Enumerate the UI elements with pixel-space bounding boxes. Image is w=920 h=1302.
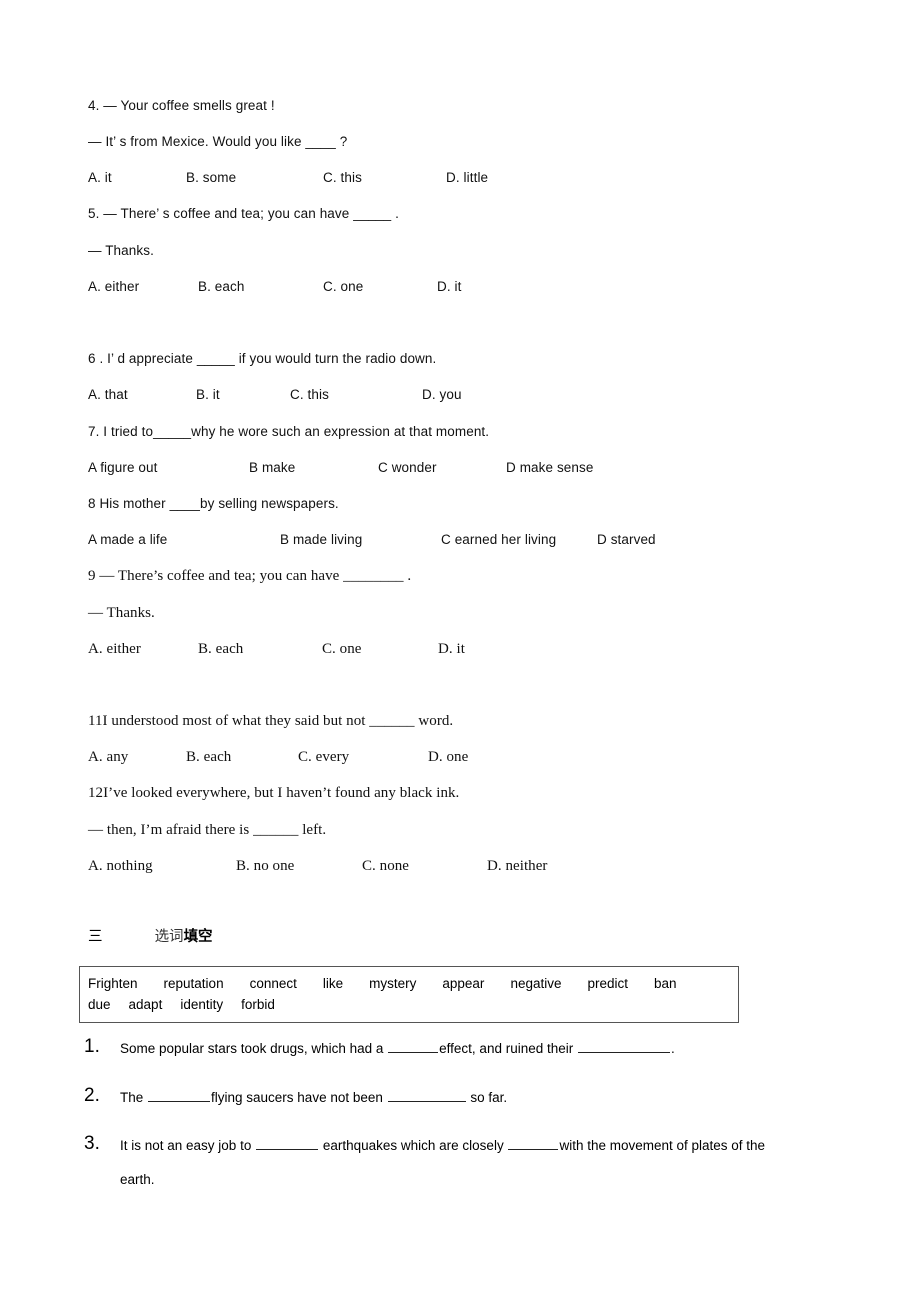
option-b[interactable]: B. some [186,170,236,185]
option-c[interactable]: C earned her living [441,532,556,547]
cloze-item-2: 2. The flying saucers have not been so f… [84,1081,884,1115]
cloze-text-part: effect, and ruined their [439,1041,577,1056]
cloze-item-1: 1. Some popular stars took drugs, which … [84,1032,884,1066]
word-bank-item[interactable]: predict [587,973,628,994]
answer-blank[interactable] [148,1090,211,1102]
answer-blank[interactable] [578,1041,670,1053]
section-title-light: 选词 [154,929,184,945]
option-a[interactable]: A. either [88,279,139,294]
option-a[interactable]: A. it [88,170,112,185]
option-d[interactable]: D. it [438,641,465,658]
section-three-heading: 三 选词填空 [88,925,213,946]
option-c[interactable]: C. this [323,170,362,185]
option-a[interactable]: A. any [88,749,128,766]
option-d[interactable]: D. little [446,170,488,185]
cloze-text-part: The [120,1090,148,1105]
option-b[interactable]: B make [249,460,295,475]
word-bank-item[interactable]: ban [654,973,677,994]
word-bank-item[interactable]: adapt [129,994,163,1015]
word-bank-item[interactable]: reputation [164,973,224,994]
option-a[interactable]: A. nothing [88,858,153,875]
cloze-body: Some popular stars took drugs, which had… [120,1032,884,1066]
option-b[interactable]: B made living [280,532,362,547]
option-d[interactable]: D make sense [506,460,594,475]
option-a[interactable]: A. either [88,641,141,658]
cloze-text-part: flying saucers have not been [211,1090,387,1105]
question-7-line-1: 7. I tried to_____why he wore such an ex… [88,424,490,439]
option-c[interactable]: C wonder [378,460,437,475]
cloze-text-part: It is not an easy job to [120,1138,256,1153]
cloze-item-3: 3. It is not an easy job to earthquakes … [84,1129,914,1197]
word-bank-item[interactable]: connect [250,973,297,994]
question-8-line-1: 8 His mother ____by selling newspapers. [88,496,339,511]
option-c[interactable]: C. every [298,749,349,766]
question-5-line-2: — Thanks. [88,243,154,258]
word-bank-item[interactable]: mystery [369,973,416,994]
section-number: 三 [88,929,103,945]
option-d[interactable]: D. you [422,387,462,402]
cloze-body: It is not an easy job to earthquakes whi… [120,1129,914,1163]
word-bank-item[interactable]: identity [180,994,223,1015]
cloze-text-part: Some popular stars took drugs, which had… [120,1041,388,1056]
option-d[interactable]: D. it [437,279,462,294]
cloze-text-part: . [671,1041,675,1056]
option-d[interactable]: D starved [597,532,656,547]
word-bank-row-1: Frighten reputation connect like mystery appe… [88,973,730,994]
answer-blank[interactable] [388,1041,439,1053]
cloze-number: 3. [84,1133,100,1154]
question-4-line-2: — It’ s from Mexice. Would you like ____… [88,134,348,149]
option-b[interactable]: B. each [198,279,244,294]
word-bank-item[interactable]: like [323,973,343,994]
cloze-text-part: so far. [466,1090,508,1105]
answer-blank[interactable] [256,1138,319,1150]
section-title-bold: 填空 [183,929,213,945]
word-bank-row-2: due adapt identity forbid [88,994,730,1015]
word-bank-item[interactable]: Frighten [88,973,138,994]
option-a[interactable]: A figure out [88,460,158,475]
worksheet-page: 4. — Your coffee smells great ! — It’ s … [0,0,920,1302]
question-6-line-1: 6 . I’ d appreciate _____ if you would t… [88,351,437,366]
cloze-continuation: earth. [120,1172,155,1187]
option-b[interactable]: B. no one [236,858,294,875]
option-b[interactable]: B. each [198,641,243,658]
word-bank-box: Frighten reputation connect like mystery appe… [79,966,739,1023]
cloze-number: 1. [84,1036,100,1057]
word-bank-item[interactable]: appear [442,973,484,994]
question-9-line-2: — Thanks. [88,605,155,621]
question-12-line-2: — then, I’m afraid there is ______ left. [88,822,327,838]
option-c[interactable]: C. one [323,279,363,294]
option-b[interactable]: B. each [186,749,231,766]
word-bank-item[interactable]: negative [510,973,561,994]
answer-blank[interactable] [508,1138,559,1150]
option-d[interactable]: D. one [428,749,468,766]
option-a[interactable]: A. that [88,387,128,402]
cloze-body: The flying saucers have not been so far. [120,1081,884,1115]
option-b[interactable]: B. it [196,387,220,402]
question-9-line-1: 9 — There’s coffee and tea; you can have… [88,568,412,584]
option-d[interactable]: D. neither [487,858,547,875]
cloze-text-part: earthquakes which are closely [319,1138,508,1153]
question-5-line-1: 5. — There’ s coffee and tea; you can ha… [88,206,399,221]
answer-blank[interactable] [387,1090,466,1102]
question-11-line-1: 11I understood most of what they said bu… [88,713,454,729]
option-c[interactable]: C. one [322,641,361,658]
question-12-line-1: 12I’ve looked everywhere, but I haven’t … [88,785,460,801]
option-c[interactable]: C. this [290,387,329,402]
option-a[interactable]: A made a life [88,532,167,547]
question-4-line-1: 4. — Your coffee smells great ! [88,98,275,113]
word-bank-item[interactable]: due [88,994,111,1015]
option-c[interactable]: C. none [362,858,409,875]
cloze-text-part: with the movement of plates of the [559,1138,766,1153]
cloze-number: 2. [84,1085,100,1106]
word-bank-item[interactable]: forbid [241,994,275,1015]
